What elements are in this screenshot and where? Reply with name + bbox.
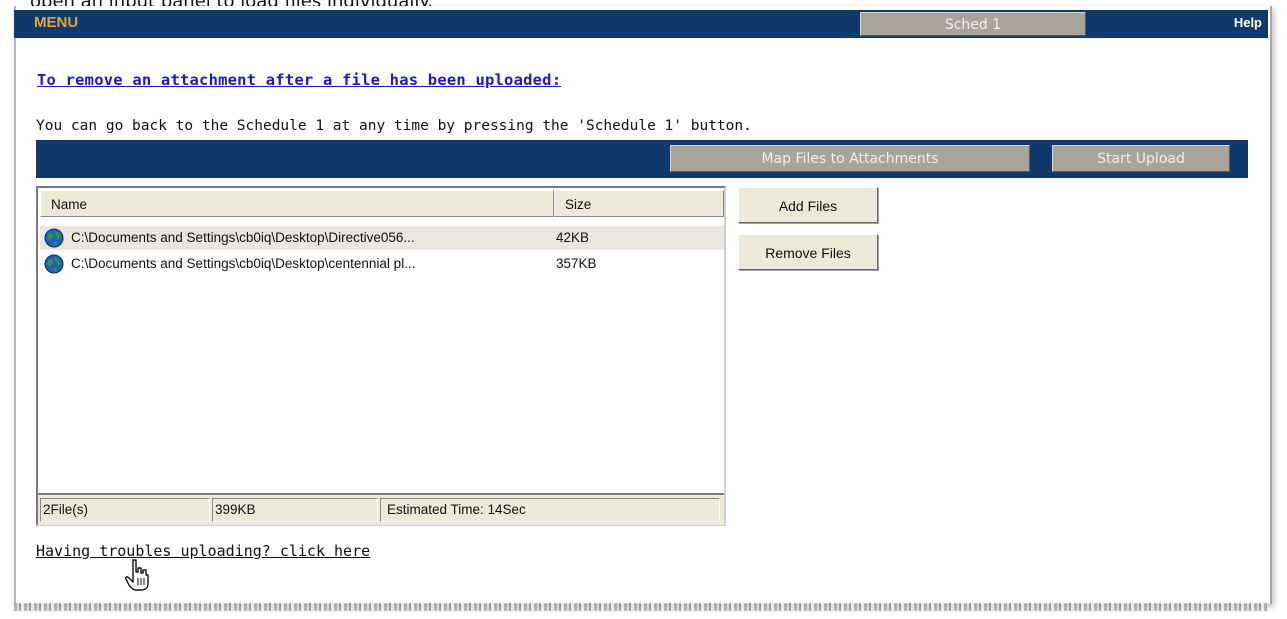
sched-1-button[interactable]: Sched 1 bbox=[860, 12, 1086, 36]
status-bar: 2File(s) 399KB Estimated Time: 14Sec bbox=[38, 493, 724, 525]
globe-icon bbox=[44, 254, 64, 274]
file-path: C:\Documents and Settings\cb0iq\Desktop\… bbox=[71, 230, 415, 245]
menu-bar: MENU Sched 1 Help bbox=[14, 10, 1268, 38]
estimated-time: Estimated Time: 14Sec bbox=[380, 498, 720, 522]
file-path: C:\Documents and Settings\cb0iq\Desktop\… bbox=[71, 256, 416, 271]
column-header-size[interactable]: Size bbox=[554, 190, 724, 217]
file-size: 42KB bbox=[556, 230, 590, 245]
start-upload-button[interactable]: Start Upload bbox=[1052, 145, 1230, 172]
hand-cursor-icon bbox=[125, 559, 149, 591]
file-size: 357KB bbox=[556, 256, 597, 271]
help-link[interactable]: Help bbox=[1234, 15, 1262, 30]
troubles-link[interactable]: Having troubles uploading? click here bbox=[36, 542, 370, 560]
remove-attachment-heading[interactable]: To remove an attachment after a file has… bbox=[37, 71, 561, 89]
map-files-button[interactable]: Map Files to Attachments bbox=[670, 145, 1030, 172]
torn-edge bbox=[14, 603, 1268, 611]
globe-icon bbox=[44, 228, 64, 248]
remove-files-button[interactable]: Remove Files bbox=[738, 234, 878, 270]
file-row[interactable]: C:\Documents and Settings\cb0iq\Desktop\… bbox=[40, 252, 724, 276]
add-files-button[interactable]: Add Files bbox=[738, 187, 878, 223]
instruction-text: You can go back to the Schedule 1 at any… bbox=[36, 118, 752, 134]
upload-toolbar: Map Files to Attachments Start Upload bbox=[36, 140, 1248, 178]
file-list[interactable]: Name Size C:\Documents and Settings\cb0i… bbox=[36, 186, 726, 526]
column-header-name[interactable]: Name bbox=[40, 190, 554, 217]
total-size: 399KB bbox=[212, 498, 378, 522]
file-row[interactable]: C:\Documents and Settings\cb0iq\Desktop\… bbox=[40, 226, 724, 250]
menu-label[interactable]: MENU bbox=[34, 14, 78, 31]
file-count: 2File(s) bbox=[40, 498, 210, 522]
